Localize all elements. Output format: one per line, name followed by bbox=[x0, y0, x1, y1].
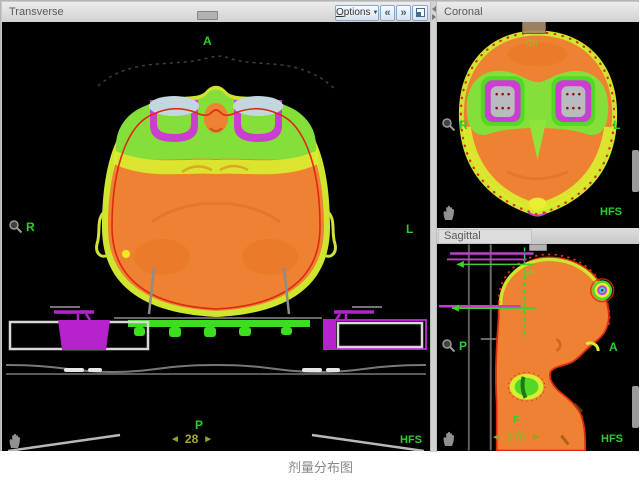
coronal-slice-slider-handle[interactable] bbox=[522, 22, 546, 34]
orientation-label-feet: F bbox=[513, 415, 519, 426]
slice-prev-arrow[interactable]: ◄ bbox=[491, 432, 501, 443]
splitter-right-arrow-icon bbox=[432, 14, 436, 20]
sagittal-header: Sagittal bbox=[437, 228, 639, 245]
maximize-icon bbox=[416, 8, 425, 17]
magnifier-icon bbox=[8, 219, 23, 234]
magnifier-icon bbox=[441, 338, 456, 353]
transverse-header: Transverse Options▼ « » bbox=[2, 2, 430, 23]
transverse-viewport[interactable]: A R L P ◄ 28 ► HFS bbox=[2, 22, 430, 451]
patient-position-label: HFS bbox=[601, 433, 623, 445]
pan-hand-icon bbox=[441, 430, 458, 447]
orientation-label-posterior: P bbox=[459, 339, 467, 353]
transverse-slice-number: 28 bbox=[185, 432, 198, 446]
sagittal-structure-annotation: GH bbox=[523, 268, 535, 277]
orientation-label-left: L bbox=[406, 222, 413, 236]
magnifier-icon bbox=[441, 117, 456, 132]
sagittal-slice-indicator: ◄ 170 ► bbox=[491, 430, 541, 444]
splitter-left-arrow-icon bbox=[432, 6, 436, 12]
coronal-scrollbar[interactable] bbox=[632, 150, 639, 192]
orientation-label-posterior: P bbox=[195, 418, 203, 432]
sagittal-slice-number: 170 bbox=[506, 430, 526, 444]
options-button[interactable]: Options▼ bbox=[335, 5, 379, 21]
orientation-label-anterior: A bbox=[609, 340, 618, 354]
orientation-label-right: R bbox=[26, 220, 35, 234]
patient-position-label: HFS bbox=[400, 434, 422, 446]
sagittal-viewport[interactable]: GH P A F ◄ 170 ► HFS bbox=[437, 244, 639, 451]
pan-hand-icon bbox=[7, 432, 24, 449]
coronal-viewport[interactable]: GH R L HFS bbox=[437, 22, 639, 228]
coronal-structure-annotation: GH bbox=[526, 39, 538, 48]
orientation-label-anterior: A bbox=[203, 34, 212, 48]
transverse-ct-dose-image bbox=[2, 22, 430, 451]
slice-next-arrow[interactable]: ► bbox=[531, 432, 541, 443]
sagittal-title: Sagittal bbox=[444, 230, 481, 242]
coronal-title: Coronal bbox=[444, 6, 483, 18]
next-slice-button[interactable]: » bbox=[396, 5, 411, 21]
dropdown-arrow-icon: ▼ bbox=[372, 10, 378, 16]
sagittal-slice-slider-handle[interactable] bbox=[529, 244, 547, 251]
sagittal-scrollbar[interactable] bbox=[632, 386, 639, 428]
transverse-slice-slider-handle[interactable] bbox=[197, 11, 218, 20]
panel-splitter[interactable] bbox=[430, 2, 437, 452]
previous-slice-button[interactable]: « bbox=[380, 5, 395, 21]
slice-prev-arrow[interactable]: ◄ bbox=[170, 434, 180, 445]
figure-caption: 剂量分布图 bbox=[0, 457, 641, 476]
slice-next-arrow[interactable]: ► bbox=[203, 434, 213, 445]
patient-position-label: HFS bbox=[600, 206, 622, 218]
maximize-button[interactable] bbox=[412, 5, 428, 21]
transverse-slice-indicator: ◄ 28 ► bbox=[170, 432, 213, 446]
orientation-label-left: L bbox=[613, 118, 620, 132]
pan-hand-icon bbox=[441, 204, 458, 221]
orientation-label-right: R bbox=[459, 118, 468, 132]
transverse-title: Transverse bbox=[9, 6, 64, 18]
dose-distribution-screenshot: Transverse Options▼ « » bbox=[0, 0, 641, 484]
planning-viewer: Transverse Options▼ « » bbox=[0, 0, 639, 451]
coronal-header: Coronal bbox=[437, 2, 639, 23]
